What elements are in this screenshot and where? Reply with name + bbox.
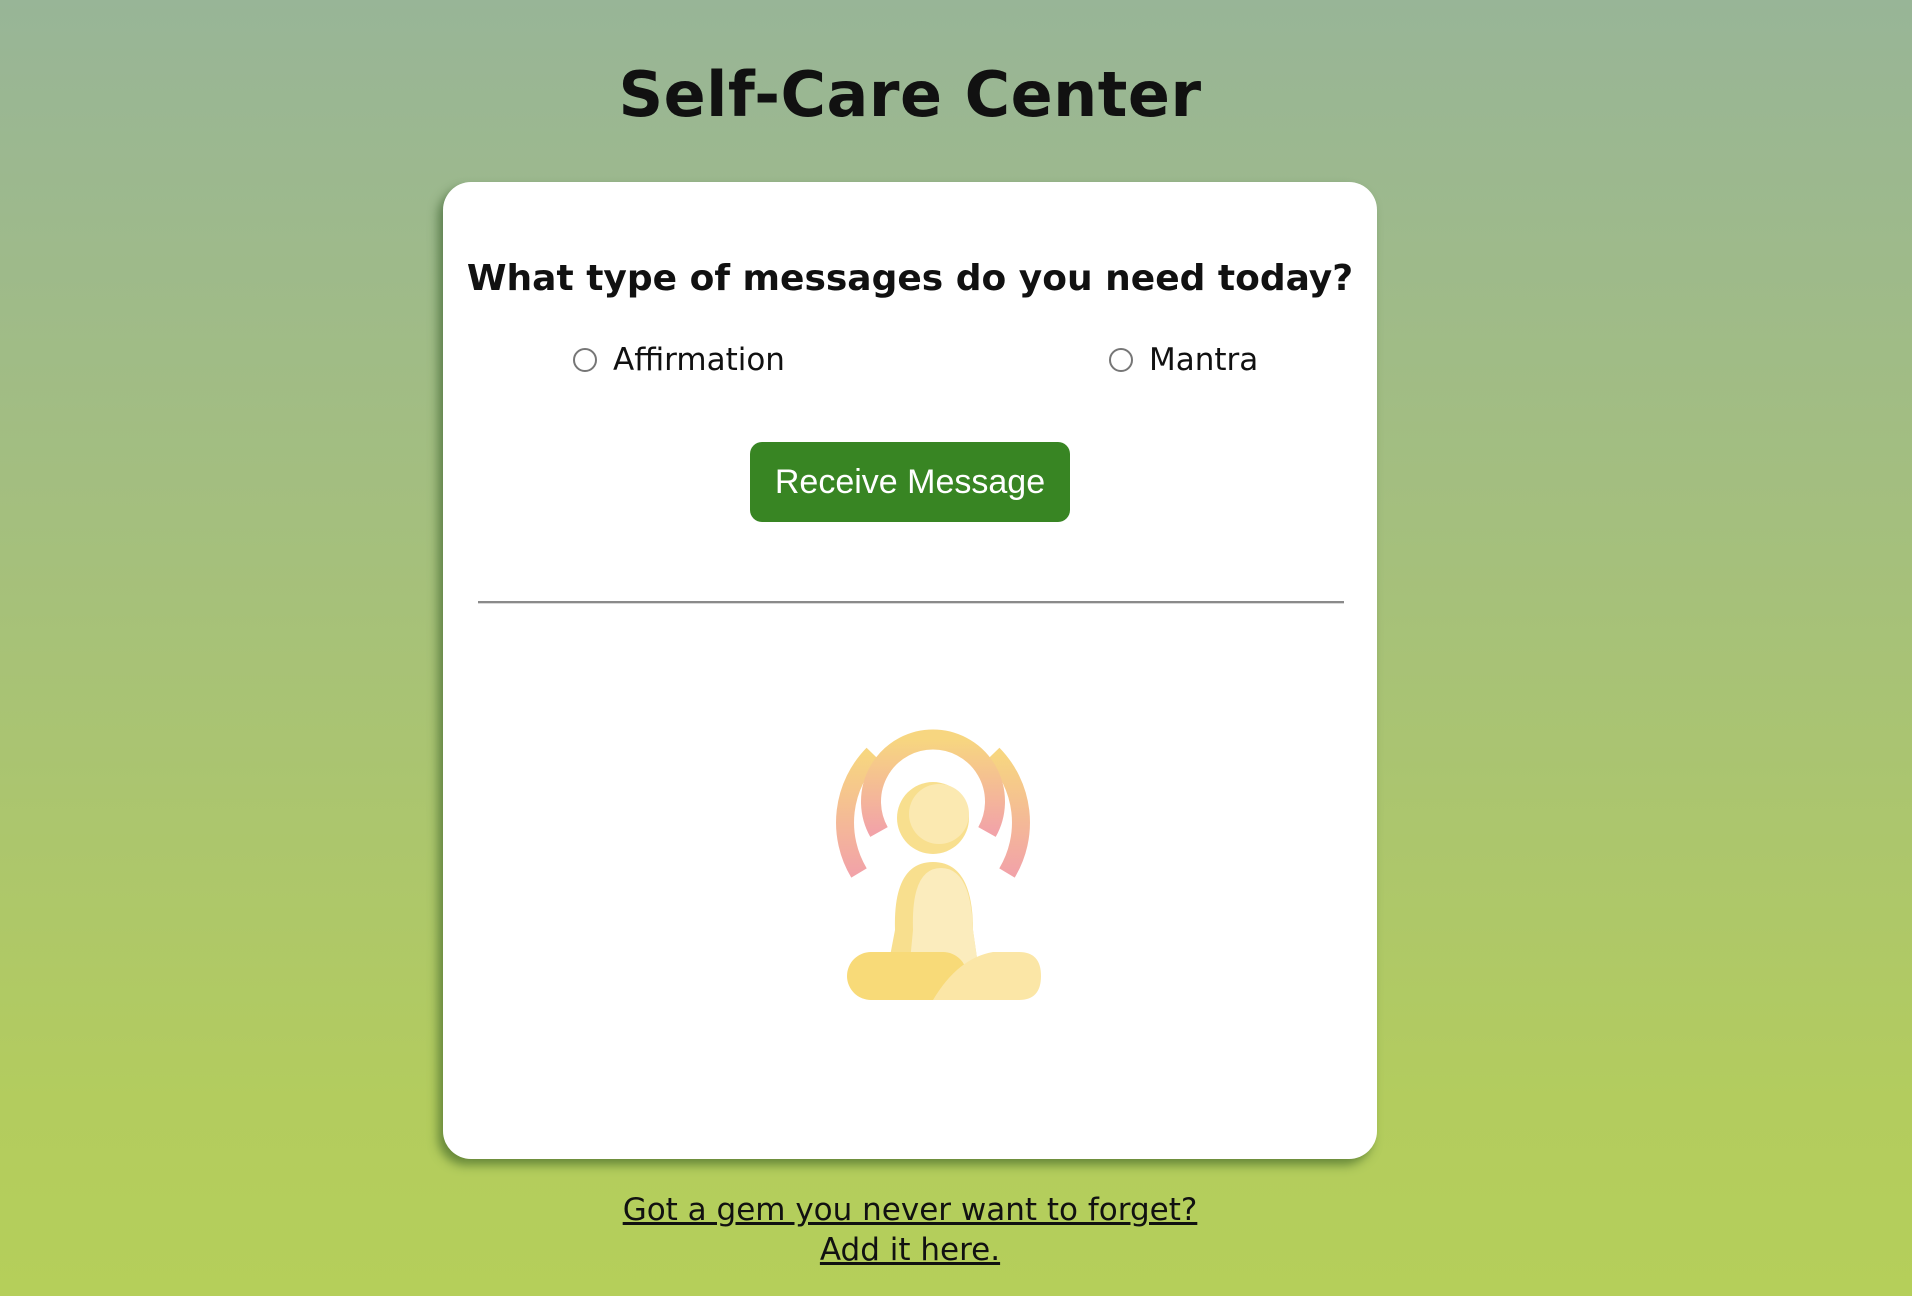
mantra-option[interactable]: Mantra — [1109, 342, 1258, 378]
add-gem-link-line1[interactable]: Got a gem you never want to forget? — [0, 1190, 1820, 1230]
mantra-label: Mantra — [1149, 342, 1259, 378]
add-gem-link-line2[interactable]: Add it here. — [0, 1230, 1820, 1270]
message-card: What type of messages do you need today?… — [443, 182, 1377, 1159]
meditation-icon — [836, 729, 1041, 1000]
divider — [478, 601, 1344, 604]
mantra-radio[interactable] — [1109, 348, 1133, 372]
affirmation-radio[interactable] — [573, 348, 597, 372]
affirmation-label: Affirmation — [613, 342, 785, 378]
affirmation-option[interactable]: Affirmation — [573, 342, 785, 378]
page-title: Self-Care Center — [618, 58, 1202, 131]
message-type-question: What type of messages do you need today? — [466, 258, 1354, 299]
receive-message-button[interactable]: Receive Message — [750, 442, 1070, 522]
add-gem-link[interactable]: Got a gem you never want to forget? Add … — [0, 1190, 1820, 1270]
